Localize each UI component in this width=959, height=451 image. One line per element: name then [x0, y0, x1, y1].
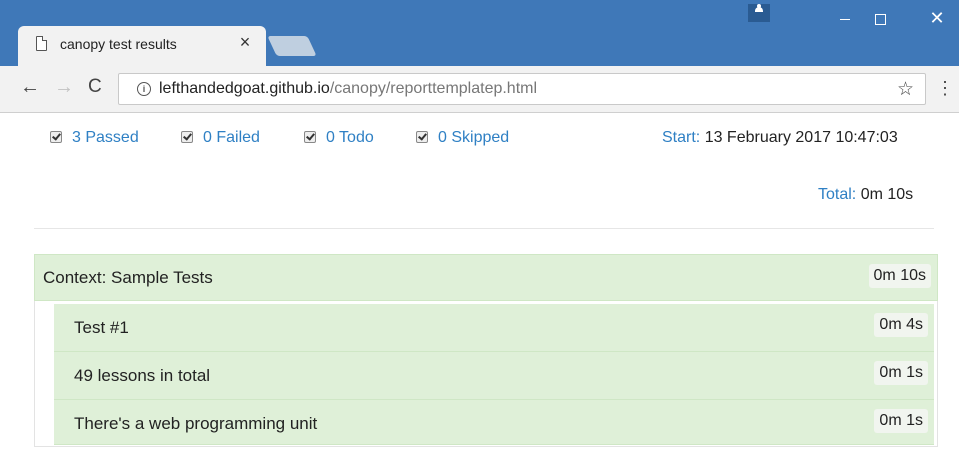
divider [34, 228, 934, 229]
test-label: There's a web programming unit [74, 414, 318, 433]
filter-skipped-label[interactable]: 0 Skipped [438, 129, 509, 146]
duration-badge: 0m 1s [874, 361, 928, 385]
test-label: Test #1 [74, 318, 129, 337]
total-time: Total: 0m 10s [818, 186, 913, 204]
total-label: Total: [818, 186, 857, 203]
url-text[interactable]: lefthandedgoat.github.io/canopy/reportte… [159, 80, 537, 98]
checkbox-icon[interactable] [181, 131, 193, 143]
browser-titlebar: canopy test results × ✕ [0, 0, 959, 66]
duration-badge: 0m 10s [868, 264, 931, 288]
test-row[interactable]: Test #1 0m 4s [54, 304, 934, 352]
browser-menu-icon[interactable]: ⋮ [936, 78, 954, 98]
total-value: 0m 10s [860, 186, 914, 203]
maximize-button[interactable] [865, 8, 895, 28]
browser-tab[interactable]: canopy test results × [18, 26, 266, 66]
minimize-button[interactable] [830, 8, 860, 28]
start-time: Start: 13 February 2017 10:47:03 [662, 129, 898, 147]
filter-failed[interactable]: 0 Failed [181, 129, 260, 147]
bookmark-star-icon[interactable]: ☆ [897, 78, 914, 101]
filter-passed[interactable]: 3 Passed [50, 129, 139, 147]
test-row[interactable]: There's a web programming unit 0m 1s [54, 400, 934, 445]
checkbox-icon[interactable] [416, 131, 428, 143]
test-row[interactable]: 49 lessons in total 0m 1s [54, 352, 934, 400]
new-tab-button[interactable] [267, 36, 317, 56]
tab-close-icon[interactable]: × [236, 32, 254, 53]
url-domain: lefthandedgoat.github.io [159, 80, 330, 97]
duration-badge: 0m 1s [874, 409, 928, 433]
duration-badge: 0m 4s [874, 313, 928, 337]
start-label: Start: [662, 129, 701, 146]
forward-arrow-icon[interactable]: → [54, 77, 74, 97]
close-window-button[interactable]: ✕ [922, 8, 952, 28]
url-path: /canopy/reporttemplatep.html [329, 80, 538, 97]
filter-skipped[interactable]: 0 Skipped [416, 129, 509, 147]
context-label: Context: Sample Tests [43, 268, 213, 287]
filter-passed-label[interactable]: 3 Passed [72, 129, 139, 146]
document-icon [36, 36, 47, 51]
filter-todo[interactable]: 0 Todo [304, 129, 374, 147]
browser-toolbar: ← → C i lefthandedgoat.github.io/canopy/… [0, 66, 959, 113]
filter-failed-label[interactable]: 0 Failed [203, 129, 260, 146]
context-row[interactable]: Context: Sample Tests 0m 10s [34, 254, 938, 301]
checkbox-icon[interactable] [304, 131, 316, 143]
info-icon[interactable]: i [137, 82, 151, 96]
reload-icon[interactable]: C [88, 77, 102, 97]
address-bar[interactable]: i lefthandedgoat.github.io/canopy/report… [118, 73, 926, 105]
filter-todo-label[interactable]: 0 Todo [326, 129, 374, 146]
user-profile-icon[interactable] [748, 4, 770, 22]
tab-title: canopy test results [60, 36, 177, 52]
back-arrow-icon[interactable]: ← [20, 77, 40, 97]
test-label: 49 lessons in total [74, 366, 211, 385]
start-value: 13 February 2017 10:47:03 [704, 129, 898, 146]
checkbox-icon[interactable] [50, 131, 62, 143]
